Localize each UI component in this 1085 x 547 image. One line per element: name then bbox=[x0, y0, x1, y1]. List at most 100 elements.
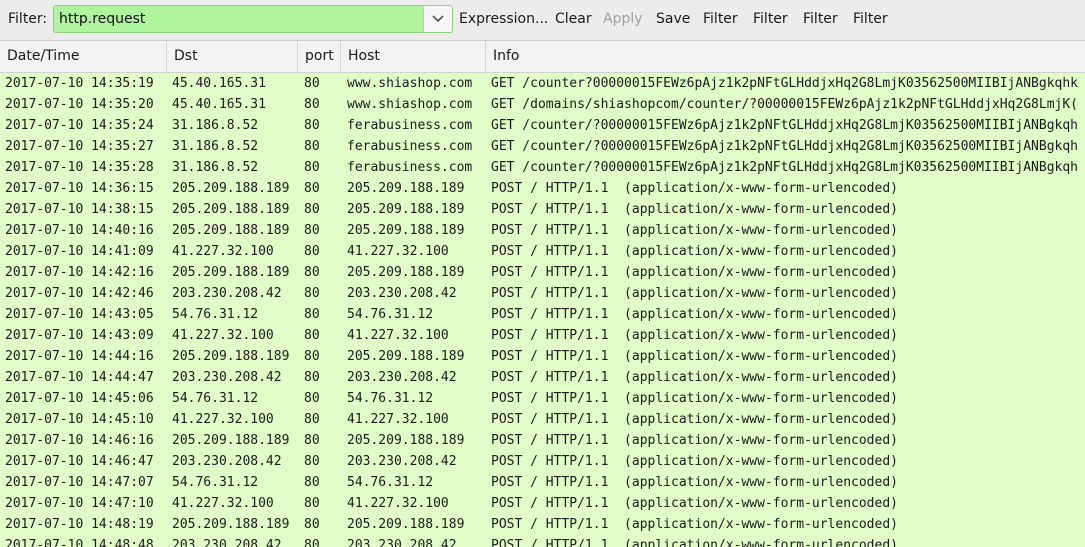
cell-host: 205.209.188.189 bbox=[347, 349, 465, 364]
clear-button[interactable]: Clear bbox=[555, 11, 592, 27]
cell-port: 80 bbox=[304, 307, 320, 322]
cell-port: 80 bbox=[304, 517, 320, 532]
column-header-dst[interactable]: Dst bbox=[167, 41, 298, 72]
cell-host: 205.209.188.189 bbox=[347, 223, 465, 238]
cell-datetime: 2017-07-10 14:44:16 bbox=[5, 349, 154, 364]
cell-host: 41.227.32.100 bbox=[347, 244, 449, 259]
apply-button[interactable]: Apply bbox=[603, 11, 643, 27]
packet-row[interactable]: 2017-07-10 14:44:16 205.209.188.189 80 205.… bbox=[0, 346, 1085, 367]
packet-list[interactable]: 2017-07-10 14:35:19 45.40.165.31 80 www.shi… bbox=[0, 73, 1085, 547]
filter-button-3[interactable]: Filter bbox=[803, 11, 838, 27]
save-button[interactable]: Save bbox=[656, 11, 690, 27]
cell-dst: 203.230.208.42 bbox=[172, 454, 282, 469]
packet-row[interactable]: 2017-07-10 14:46:16 205.209.188.189 80 205.… bbox=[0, 430, 1085, 451]
filter-button-4[interactable]: Filter bbox=[853, 11, 888, 27]
expression-button[interactable]: Expression... bbox=[459, 11, 548, 27]
cell-dst: 203.230.208.42 bbox=[172, 370, 282, 385]
cell-dst: 205.209.188.189 bbox=[172, 433, 290, 448]
cell-host: ferabusiness.com bbox=[347, 118, 473, 133]
packet-row[interactable]: 2017-07-10 14:40:16 205.209.188.189 80 205.… bbox=[0, 220, 1085, 241]
packet-row[interactable]: 2017-07-10 14:48:19 205.209.188.189 80 205.… bbox=[0, 514, 1085, 535]
cell-host: ferabusiness.com bbox=[347, 139, 473, 154]
chevron-down-icon bbox=[432, 15, 444, 23]
cell-info: POST / HTTP/1.1 (application/x-www-form-… bbox=[491, 496, 898, 511]
column-header-info[interactable]: Info bbox=[486, 41, 1085, 72]
display-filter-toolbar: Filter: Expression... Clear Apply Save F… bbox=[0, 0, 1085, 41]
filter-label: Filter: bbox=[8, 11, 48, 27]
cell-port: 80 bbox=[304, 496, 320, 511]
cell-info: POST / HTTP/1.1 (application/x-www-form-… bbox=[491, 370, 898, 385]
cell-host: 41.227.32.100 bbox=[347, 328, 449, 343]
cell-info: POST / HTTP/1.1 (application/x-www-form-… bbox=[491, 433, 898, 448]
packet-row[interactable]: 2017-07-10 14:43:09 41.227.32.100 80 41.227… bbox=[0, 325, 1085, 346]
cell-dst: 54.76.31.12 bbox=[172, 307, 259, 322]
cell-host: 203.230.208.42 bbox=[347, 286, 457, 301]
packet-row[interactable]: 2017-07-10 14:35:27 31.186.8.52 80 ferabusi… bbox=[0, 136, 1085, 157]
cell-dst: 31.186.8.52 bbox=[172, 139, 259, 154]
cell-host: ferabusiness.com bbox=[347, 160, 473, 175]
cell-host: 205.209.188.189 bbox=[347, 181, 465, 196]
packet-row[interactable]: 2017-07-10 14:38:15 205.209.188.189 80 205.… bbox=[0, 199, 1085, 220]
cell-host: 205.209.188.189 bbox=[347, 433, 465, 448]
packet-row[interactable]: 2017-07-10 14:43:05 54.76.31.12 80 54.76.31… bbox=[0, 304, 1085, 325]
packet-row[interactable]: 2017-07-10 14:35:20 45.40.165.31 80 www.shi… bbox=[0, 94, 1085, 115]
column-header-datetime[interactable]: Date/Time bbox=[0, 41, 167, 72]
cell-dst: 45.40.165.31 bbox=[172, 97, 266, 112]
cell-datetime: 2017-07-10 14:47:10 bbox=[5, 496, 154, 511]
cell-port: 80 bbox=[304, 538, 320, 547]
cell-port: 80 bbox=[304, 475, 320, 490]
packet-row[interactable]: 2017-07-10 14:45:10 41.227.32.100 80 41.227… bbox=[0, 409, 1085, 430]
cell-info: GET /counter?00000015FEWz6pAjz1k2pNFtGLH… bbox=[491, 76, 1078, 91]
packet-row[interactable]: 2017-07-10 14:44:47 203.230.208.42 80 203.2… bbox=[0, 367, 1085, 388]
packet-row[interactable]: 2017-07-10 14:47:07 54.76.31.12 80 54.76.31… bbox=[0, 472, 1085, 493]
cell-datetime: 2017-07-10 14:35:19 bbox=[5, 76, 154, 91]
cell-port: 80 bbox=[304, 391, 320, 406]
cell-port: 80 bbox=[304, 286, 320, 301]
cell-dst: 205.209.188.189 bbox=[172, 349, 290, 364]
column-header-host[interactable]: Host bbox=[341, 41, 486, 72]
packet-row[interactable]: 2017-07-10 14:42:46 203.230.208.42 80 203.2… bbox=[0, 283, 1085, 304]
cell-datetime: 2017-07-10 14:35:28 bbox=[5, 160, 154, 175]
cell-info: GET /domains/shiashopcom/counter/?000000… bbox=[491, 97, 1078, 112]
cell-info: POST / HTTP/1.1 (application/x-www-form-… bbox=[491, 391, 898, 406]
packet-row[interactable]: 2017-07-10 14:36:15 205.209.188.189 80 205.… bbox=[0, 178, 1085, 199]
cell-datetime: 2017-07-10 14:35:20 bbox=[5, 97, 154, 112]
cell-port: 80 bbox=[304, 202, 320, 217]
cell-host: 203.230.208.42 bbox=[347, 370, 457, 385]
cell-host: 205.209.188.189 bbox=[347, 202, 465, 217]
cell-host: 54.76.31.12 bbox=[347, 475, 434, 490]
cell-port: 80 bbox=[304, 181, 320, 196]
packet-row[interactable]: 2017-07-10 14:48:48 203.230.208.42 80 203.2… bbox=[0, 535, 1085, 547]
filter-history-dropdown-button[interactable] bbox=[423, 6, 452, 32]
packet-row[interactable]: 2017-07-10 14:35:19 45.40.165.31 80 www.shi… bbox=[0, 73, 1085, 94]
display-filter-input[interactable] bbox=[54, 6, 424, 32]
packet-row[interactable]: 2017-07-10 14:45:06 54.76.31.12 80 54.76.31… bbox=[0, 388, 1085, 409]
cell-port: 80 bbox=[304, 244, 320, 259]
cell-host: www.shiashop.com bbox=[347, 97, 473, 112]
cell-datetime: 2017-07-10 14:45:10 bbox=[5, 412, 154, 427]
cell-host: 203.230.208.42 bbox=[347, 454, 457, 469]
cell-port: 80 bbox=[304, 139, 320, 154]
packet-row[interactable]: 2017-07-10 14:35:28 31.186.8.52 80 ferabusi… bbox=[0, 157, 1085, 178]
filter-button-1[interactable]: Filter bbox=[703, 11, 738, 27]
cell-port: 80 bbox=[304, 328, 320, 343]
packet-row[interactable]: 2017-07-10 14:47:10 41.227.32.100 80 41.227… bbox=[0, 493, 1085, 514]
cell-info: POST / HTTP/1.1 (application/x-www-form-… bbox=[491, 538, 898, 547]
cell-info: POST / HTTP/1.1 (application/x-www-form-… bbox=[491, 223, 898, 238]
cell-datetime: 2017-07-10 14:42:16 bbox=[5, 265, 154, 280]
cell-dst: 205.209.188.189 bbox=[172, 517, 290, 532]
cell-datetime: 2017-07-10 14:40:16 bbox=[5, 223, 154, 238]
packet-row[interactable]: 2017-07-10 14:41:09 41.227.32.100 80 41.227… bbox=[0, 241, 1085, 262]
display-filter-combobox[interactable] bbox=[53, 5, 453, 33]
cell-port: 80 bbox=[304, 223, 320, 238]
cell-info: POST / HTTP/1.1 (application/x-www-form-… bbox=[491, 412, 898, 427]
packet-row[interactable]: 2017-07-10 14:46:47 203.230.208.42 80 203.2… bbox=[0, 451, 1085, 472]
cell-dst: 203.230.208.42 bbox=[172, 538, 282, 547]
packet-row[interactable]: 2017-07-10 14:35:24 31.186.8.52 80 ferabusi… bbox=[0, 115, 1085, 136]
cell-host: 54.76.31.12 bbox=[347, 391, 434, 406]
cell-datetime: 2017-07-10 14:47:07 bbox=[5, 475, 154, 490]
packet-row[interactable]: 2017-07-10 14:42:16 205.209.188.189 80 205.… bbox=[0, 262, 1085, 283]
column-header-port[interactable]: port bbox=[298, 41, 341, 72]
filter-button-2[interactable]: Filter bbox=[753, 11, 788, 27]
cell-port: 80 bbox=[304, 349, 320, 364]
